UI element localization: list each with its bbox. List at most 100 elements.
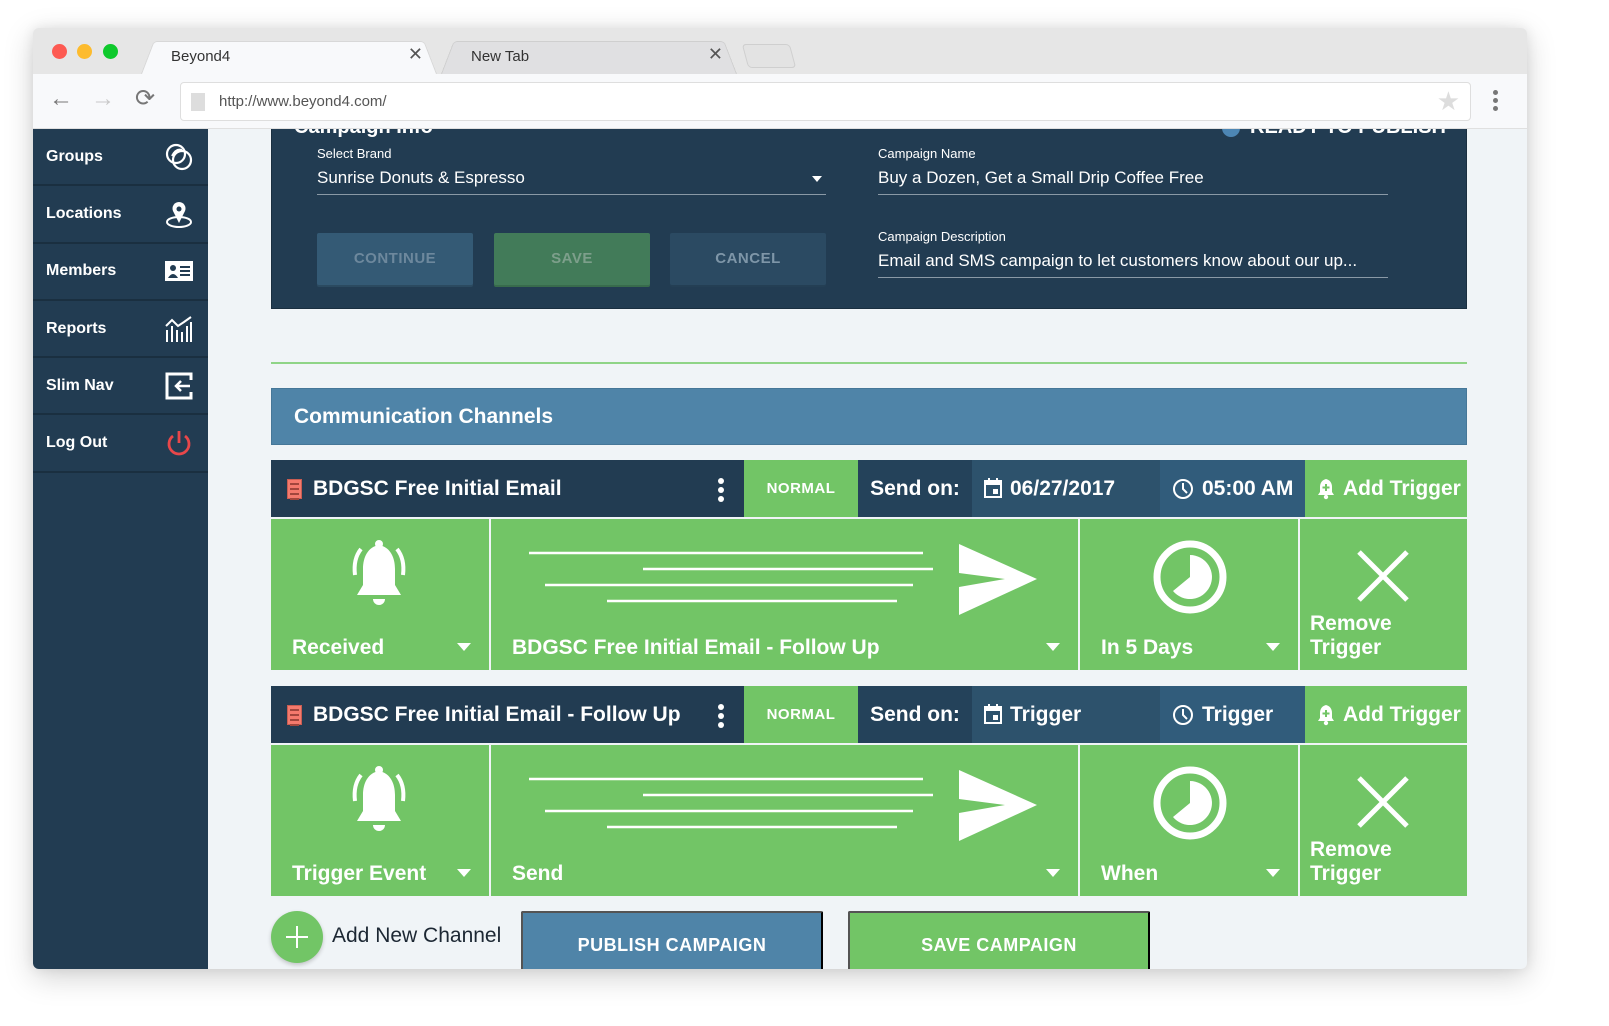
tab-label: Beyond4 [171, 48, 231, 65]
add-trigger-button[interactable]: Add Trigger [1305, 460, 1467, 517]
chevron-down-icon [1046, 869, 1060, 877]
close-window-button[interactable] [52, 44, 67, 59]
chevron-down-icon [1266, 643, 1280, 651]
browser-window: Beyond4 ✕ New Tab ✕ ← → ⟳ http://www.bey… [33, 28, 1527, 969]
sidebar-item-locations[interactable]: Locations [33, 186, 208, 244]
send-date-value: Trigger [1010, 703, 1082, 726]
close-tab-icon[interactable]: ✕ [708, 44, 723, 65]
campaign-name-field[interactable]: Buy a Dozen, Get a Small Drip Coffee Fre… [878, 168, 1388, 195]
priority-badge[interactable]: NORMAL [744, 686, 858, 743]
sidebar-item-slim-nav[interactable]: Slim Nav [33, 358, 208, 416]
bell-plus-icon [1318, 705, 1334, 726]
send-paper-plane-icon [529, 544, 1037, 615]
send-time-value: 05:00 AM [1202, 477, 1294, 500]
chevron-down-icon [1266, 869, 1280, 877]
send-date-picker[interactable]: Trigger [972, 686, 1160, 743]
power-icon [167, 431, 191, 456]
add-trigger-button[interactable]: Add Trigger [1305, 686, 1467, 743]
send-date-picker[interactable]: 06/27/2017 [972, 460, 1160, 517]
send-message-value: BDGSC Free Initial Email - Follow Up [512, 636, 880, 659]
send-time-picker[interactable]: Trigger [1160, 686, 1305, 743]
tab-beyond4[interactable]: Beyond4 ✕ [141, 38, 437, 74]
collapse-icon [165, 372, 193, 400]
brand-label: Select Brand [317, 146, 392, 161]
minimize-window-button[interactable] [77, 44, 92, 59]
campaign-info-title: Campaign Info [294, 129, 433, 139]
when-value: In 5 Days [1101, 636, 1194, 659]
browser-toolbar: ← → ⟳ http://www.beyond4.com/ ★ [33, 74, 1527, 129]
sidebar-item-log-out[interactable]: Log Out [33, 415, 208, 473]
save-campaign-button[interactable]: SAVE CAMPAIGN [848, 911, 1150, 969]
tab-label: New Tab [471, 48, 530, 65]
trigger-event-value: Received [292, 636, 385, 659]
new-tab-button[interactable] [741, 44, 797, 68]
browser-menu-icon[interactable] [1493, 90, 1499, 114]
close-x-icon [1357, 550, 1409, 602]
channel-card: BDGSC Free Initial Email NORMAL Send on:… [271, 460, 1467, 671]
forward-arrow-icon[interactable]: → [91, 87, 115, 111]
address-bar[interactable]: http://www.beyond4.com/ ★ [180, 82, 1471, 121]
close-tab-icon[interactable]: ✕ [408, 44, 423, 65]
brand-select[interactable]: Sunrise Donuts & Espresso [317, 168, 826, 195]
channel-header: BDGSC Free Initial Email NORMAL Send on:… [271, 460, 1467, 517]
channel-title: BDGSC Free Initial Email [271, 460, 744, 517]
clock-icon [1173, 705, 1193, 725]
when-dropdown[interactable]: In 5 Days [1080, 519, 1298, 670]
calendar-icon [984, 704, 1002, 724]
calendar-icon [984, 478, 1002, 498]
trigger-event-dropdown[interactable]: Trigger Event [271, 745, 489, 896]
send-on-label: Send on: [858, 686, 972, 743]
cancel-button[interactable]: CANCEL [670, 233, 826, 285]
chart-icon [165, 315, 192, 342]
campaign-info-card: Campaign Info READY TO PUBLISH Select Br… [271, 129, 1467, 309]
maximize-window-button[interactable] [103, 44, 118, 59]
send-time-picker[interactable]: 05:00 AM [1160, 460, 1305, 517]
send-message-value: Send [512, 862, 564, 885]
priority-badge[interactable]: NORMAL [744, 460, 858, 517]
when-value: When [1101, 862, 1159, 885]
section-divider [271, 362, 1467, 364]
send-message-dropdown[interactable]: BDGSC Free Initial Email - Follow Up [491, 519, 1078, 670]
channel-card: BDGSC Free Initial Email - Follow Up NOR… [271, 686, 1467, 897]
add-new-channel-label: Add New Channel [332, 924, 502, 947]
campaign-name-label: Campaign Name [878, 146, 976, 161]
remove-trigger-label: Remove Trigger [1310, 612, 1392, 659]
add-trigger-label: Add Trigger [1343, 477, 1461, 500]
save-button[interactable]: SAVE [494, 233, 650, 285]
campaign-description-field[interactable]: Email and SMS campaign to let customers … [878, 251, 1388, 278]
bell-ringing-icon [352, 766, 406, 831]
id-card-icon [165, 261, 193, 282]
tab-bar: Beyond4 ✕ New Tab ✕ [33, 28, 1527, 74]
trigger-event-dropdown[interactable]: Received [271, 519, 489, 670]
brand-select-value: Sunrise Donuts & Espresso [317, 168, 525, 187]
back-arrow-icon[interactable]: ← [49, 87, 73, 111]
groups-icon [165, 143, 193, 170]
sidebar-item-label: Groups [46, 147, 103, 165]
more-options-icon[interactable] [718, 704, 724, 731]
tab-new-tab[interactable]: New Tab ✕ [441, 38, 737, 74]
sidebar-item-reports[interactable]: Reports [33, 301, 208, 359]
sidebar-item-groups[interactable]: Groups [33, 129, 208, 187]
sidebar-item-members[interactable]: Members [33, 244, 208, 301]
channel-title-text: BDGSC Free Initial Email - Follow Up [313, 703, 681, 726]
bookmark-star-icon[interactable]: ★ [1437, 86, 1460, 117]
status-dot-icon [1222, 129, 1241, 137]
send-message-dropdown[interactable]: Send [491, 745, 1078, 896]
when-dropdown[interactable]: When [1080, 745, 1298, 896]
more-options-icon[interactable] [718, 478, 724, 505]
remove-trigger-button[interactable]: Remove Trigger [1300, 519, 1467, 670]
publish-campaign-button[interactable]: PUBLISH CAMPAIGN [521, 911, 823, 969]
channel-header: BDGSC Free Initial Email - Follow Up NOR… [271, 686, 1467, 743]
clock-icon [1173, 479, 1193, 499]
document-icon [287, 479, 302, 500]
close-x-icon [1357, 776, 1409, 828]
remove-trigger-label: Remove Trigger [1310, 838, 1392, 885]
add-trigger-label: Add Trigger [1343, 703, 1461, 726]
plus-icon [271, 911, 323, 963]
sidebar-item-label: Reports [46, 319, 107, 337]
remove-trigger-button[interactable]: Remove Trigger [1300, 745, 1467, 896]
channel-title-text: BDGSC Free Initial Email [313, 477, 562, 500]
document-icon [287, 705, 302, 726]
reload-icon[interactable]: ⟳ [135, 87, 155, 111]
continue-button[interactable]: CONTINUE [317, 233, 473, 285]
